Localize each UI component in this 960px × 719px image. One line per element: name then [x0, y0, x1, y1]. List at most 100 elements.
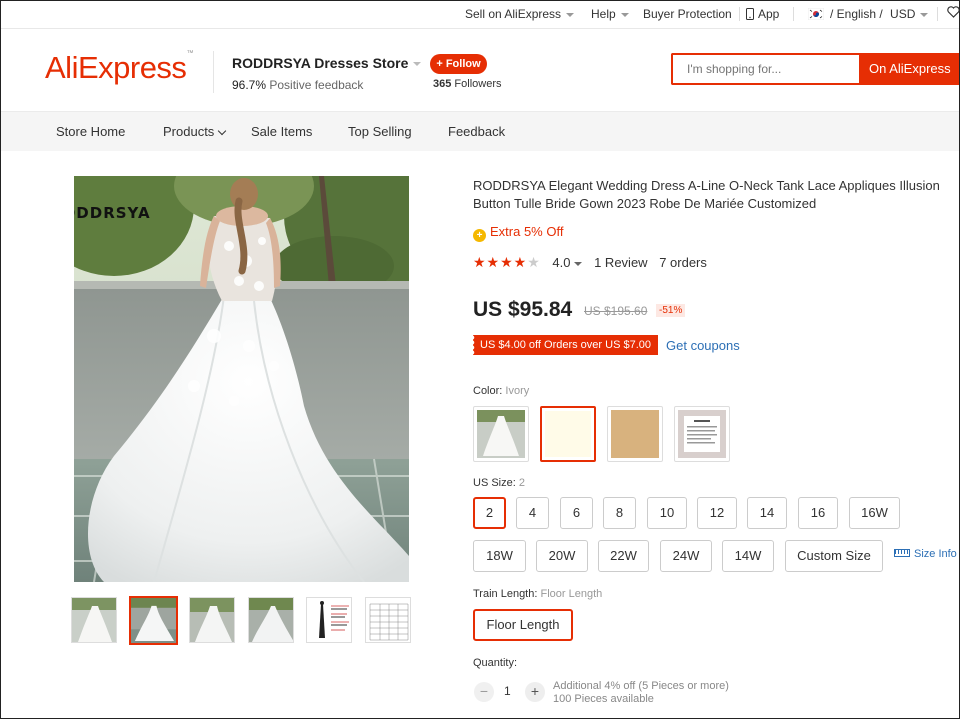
size-option-4[interactable]: 4	[516, 497, 549, 529]
rating-value[interactable]: 4.0	[552, 255, 583, 270]
get-coupons-link[interactable]: Get coupons	[666, 338, 740, 353]
logo-text: AliExpress	[45, 50, 187, 85]
star-rating-icon: ★★★★★	[473, 254, 541, 270]
nav-feedback[interactable]: Feedback	[448, 124, 505, 139]
quantity-value[interactable]: 1	[504, 684, 511, 698]
language-currency-selector[interactable]: / English / USD	[807, 7, 929, 21]
size-option-6[interactable]: 6	[560, 497, 593, 529]
store-name[interactable]: RODDRSYA Dresses Store	[232, 55, 422, 71]
store-feedback: 96.7% Positive feedback	[232, 78, 363, 92]
custom-color-card	[678, 410, 726, 458]
language-label: / English /	[830, 7, 883, 21]
dress-side-thumb	[190, 598, 234, 642]
buyer-protection-link[interactable]: Buyer Protection	[643, 7, 732, 21]
size-option-20w[interactable]: 20W	[536, 540, 588, 572]
size-option-8[interactable]: 8	[603, 497, 636, 529]
divider	[739, 7, 740, 21]
feedback-percent: 96.7%	[232, 78, 267, 92]
size-option-14w[interactable]: 14W	[722, 540, 774, 572]
nav-products[interactable]: Products	[163, 124, 227, 139]
search-button[interactable]: On AliExpress	[859, 53, 959, 85]
nav-sale-items[interactable]: Sale Items	[251, 124, 312, 139]
quantity-decrease-button[interactable]: −	[474, 682, 494, 702]
nav-top-selling[interactable]: Top Selling	[348, 124, 412, 139]
size-option-18w[interactable]: 18W	[473, 540, 526, 572]
size-option-custom[interactable]: Custom Size	[785, 540, 883, 572]
aliexpress-logo[interactable]: AliExpress™	[45, 50, 193, 86]
follow-button[interactable]: + Follow	[430, 54, 487, 74]
size-info-link[interactable]: Size Info	[894, 548, 957, 560]
divider	[793, 7, 794, 21]
store-nav: Store Home Products Sale Items Top Selli…	[1, 111, 959, 151]
size-label-text: US Size:	[473, 477, 516, 489]
app-link[interactable]: App	[746, 7, 779, 21]
color-value: Ivory	[505, 385, 530, 397]
nav-products-label: Products	[163, 124, 215, 139]
stock-available-note: 100 Pieces available	[553, 693, 654, 705]
color-swatch-ivory[interactable]	[540, 406, 596, 462]
color-swatch-champagne[interactable]	[607, 406, 663, 462]
size-label: US Size: 2	[473, 477, 525, 489]
color-swatch-photo[interactable]	[473, 406, 529, 462]
thumbnail-5[interactable]	[306, 597, 352, 643]
app-label: App	[758, 7, 780, 21]
product-title: RODDRSYA Elegant Wedding Dress A-Line O-…	[473, 178, 940, 211]
wedding-dress-photo: RODDRSYA	[74, 176, 409, 582]
discount-badge: -51%	[656, 304, 686, 317]
sell-on-aliexpress-link[interactable]: Sell on AliExpress	[465, 7, 575, 21]
size-option-16[interactable]: 16	[798, 497, 838, 529]
size-info-label: Size Info	[914, 548, 957, 560]
caret-down-icon	[920, 12, 929, 17]
quantity-increase-button[interactable]: +	[525, 682, 545, 702]
size-value: 2	[518, 477, 525, 489]
main-product-image[interactable]: RODDRSYA	[74, 176, 409, 582]
thumbnail-1[interactable]	[71, 597, 117, 643]
coin-icon: +	[473, 229, 486, 242]
rating-row: ★★★★★ 4.0 1 Review 7 orders	[473, 254, 707, 271]
divider	[213, 51, 214, 93]
top-bar: Sell on AliExpress Help Buyer Protection…	[1, 1, 960, 29]
thumbnail-2[interactable]	[129, 596, 178, 645]
feedback-label: Positive feedback	[269, 78, 364, 92]
caret-down-icon	[620, 12, 629, 17]
korea-flag-icon	[807, 7, 825, 21]
dress-train-thumb	[249, 598, 293, 642]
size-option-10[interactable]: 10	[647, 497, 687, 529]
search-input[interactable]	[671, 53, 861, 85]
size-option-2[interactable]: 2	[473, 497, 506, 529]
thumbnail-3[interactable]	[189, 597, 235, 643]
quantity-note: Additional 4% off (5 Pieces or more) 100…	[553, 680, 729, 706]
size-option-24w[interactable]: 24W	[660, 540, 712, 572]
nav-store-home[interactable]: Store Home	[56, 124, 125, 139]
rating-number: 4.0	[552, 255, 571, 270]
help-menu[interactable]: Help	[591, 7, 629, 21]
caret-down-icon	[574, 261, 583, 266]
train-option-floor-length[interactable]: Floor Length	[473, 609, 573, 641]
thumbnail-4[interactable]	[248, 597, 294, 643]
dress-back-thumb	[131, 598, 176, 643]
reviews-link[interactable]: 1 Review	[594, 255, 647, 270]
caret-down-icon	[413, 62, 422, 67]
extra-discount-label: Extra 5% Off	[490, 224, 564, 239]
size-option-12[interactable]: 12	[697, 497, 737, 529]
train-value: Floor Length	[540, 588, 603, 600]
trademark: ™	[186, 50, 193, 57]
size-option-22w[interactable]: 22W	[598, 540, 649, 572]
thumbnail-6[interactable]	[365, 597, 411, 643]
caret-down-icon	[566, 12, 575, 17]
color-swatch-custom[interactable]	[674, 406, 730, 462]
coupon-badge[interactable]: US $4.00 off Orders over US $7.00	[472, 335, 658, 355]
color-label-text: Color:	[473, 385, 503, 397]
size-option-14[interactable]: 14	[747, 497, 787, 529]
followers-number: 365	[433, 78, 452, 90]
extra-discount[interactable]: + Extra 5% Off	[473, 224, 563, 242]
sell-label: Sell on AliExpress	[465, 7, 562, 21]
ruler-icon	[894, 549, 910, 557]
bulk-discount-note: Additional 4% off (5 Pieces or more)	[553, 680, 729, 692]
color-label: Color: Ivory	[473, 385, 529, 397]
original-price: US $195.60	[584, 304, 648, 318]
chevron-down-icon	[218, 126, 227, 136]
size-option-16w[interactable]: 16W	[849, 497, 900, 529]
wishlist-icon[interactable]	[947, 6, 960, 21]
phone-icon	[746, 8, 754, 20]
